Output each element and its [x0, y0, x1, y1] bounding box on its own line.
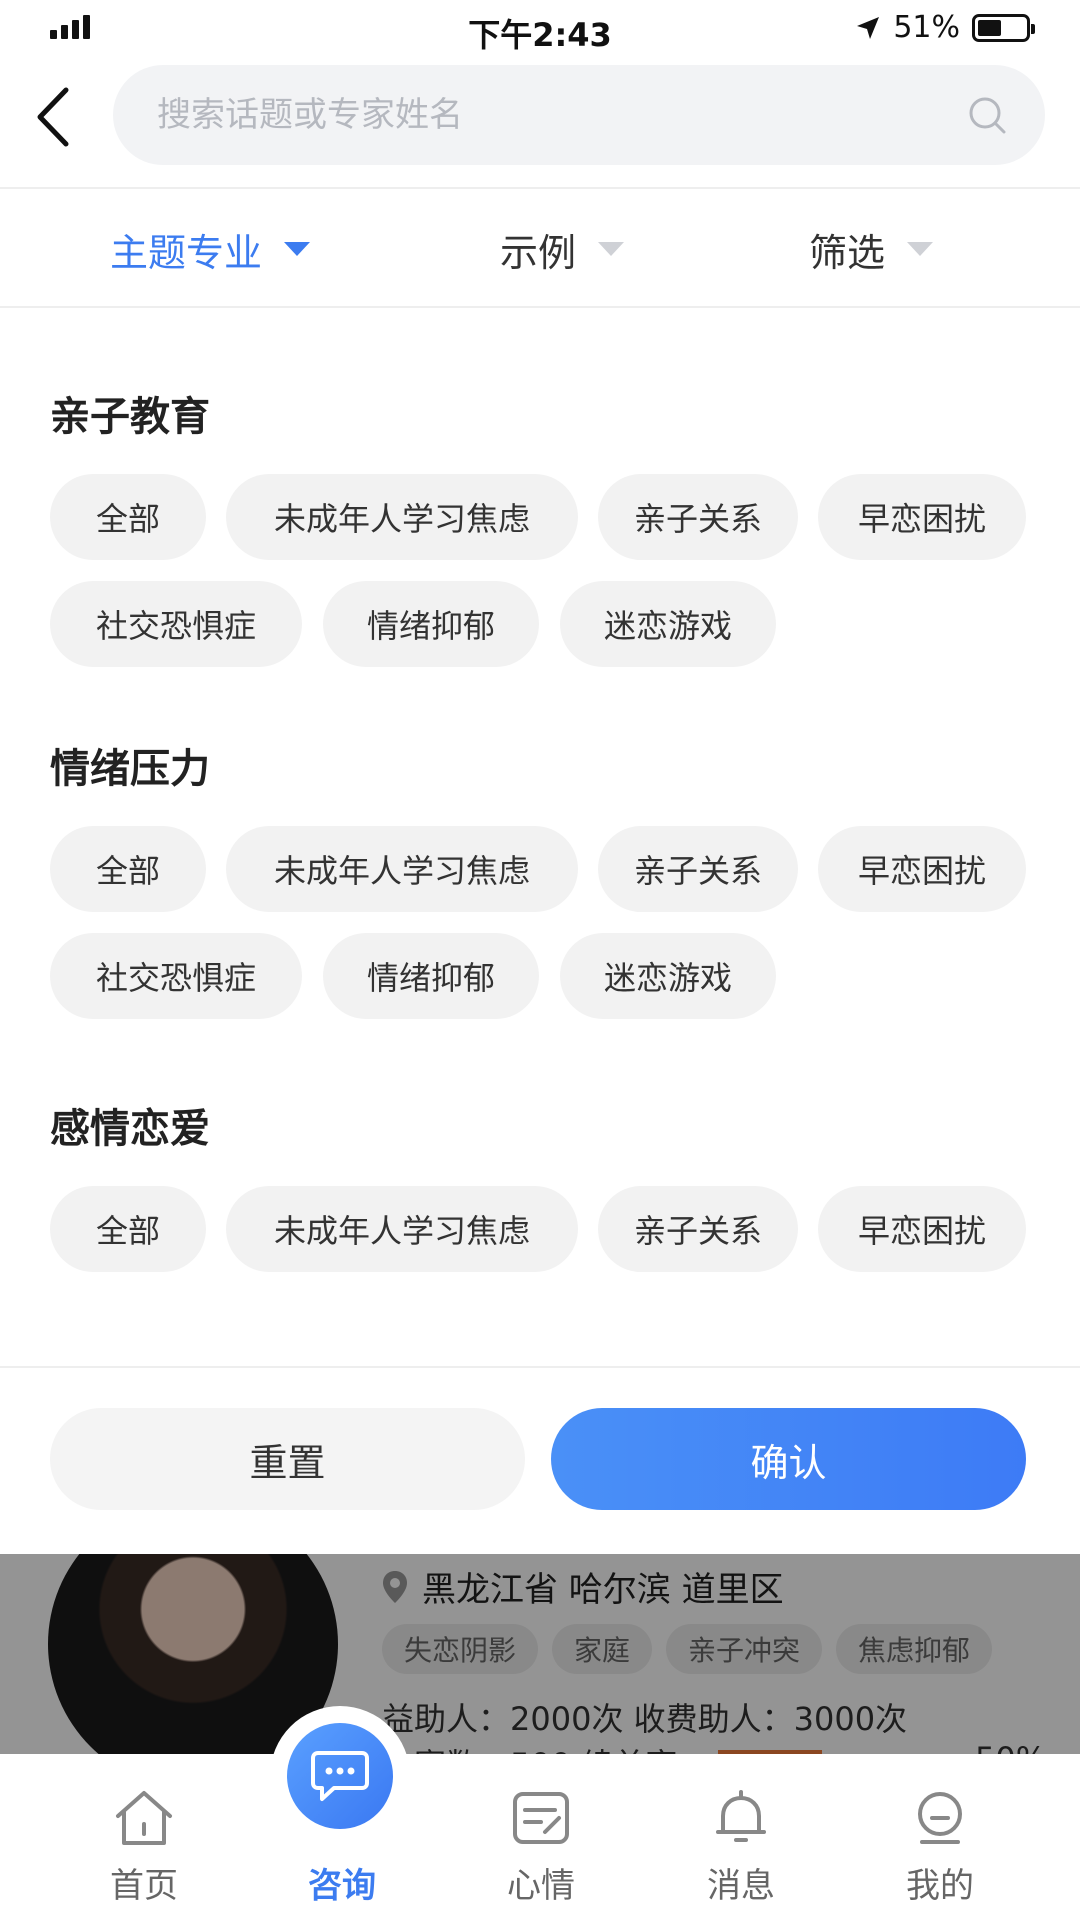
chip-depression[interactable]: 情绪抑郁 — [323, 933, 539, 1019]
chip-gaming-addiction[interactable]: 迷恋游戏 — [560, 581, 776, 667]
battery-icon — [972, 13, 1035, 42]
chip-social-phobia[interactable]: 社交恐惧症 — [50, 933, 302, 1019]
search-bar[interactable] — [113, 65, 1045, 165]
chip-depression[interactable]: 情绪抑郁 — [323, 581, 539, 667]
filter-tabs: 主题专业 示例 筛选 — [0, 190, 1080, 308]
section-title-love-relationships: 感情恋爱 — [50, 1106, 210, 1152]
nav-item-messages[interactable]: 消息 — [661, 1754, 821, 1920]
nav-label-profile: 我的 — [906, 1866, 974, 1906]
chip-minor-study-anxiety[interactable]: 未成年人学习焦虑 — [226, 474, 578, 560]
tab-label: 主题专业 — [110, 230, 263, 275]
status-bar: 下午2:43 51% — [0, 0, 1080, 60]
battery-percent: 51% — [893, 10, 960, 45]
chip-minor-study-anxiety[interactable]: 未成年人学习焦虑 — [226, 826, 578, 912]
consult-fab-button[interactable] — [287, 1723, 393, 1829]
action-bar: 重置 确认 — [0, 1368, 1080, 1554]
section-title-emotional-stress: 情绪压力 — [50, 746, 210, 792]
chip-all[interactable]: 全部 — [50, 1186, 206, 1272]
dropdown-triangle-icon — [907, 242, 934, 256]
tab-topic-specialty[interactable]: 主题专业 — [110, 190, 311, 308]
chip-parent-child-relationship[interactable]: 亲子关系 — [598, 826, 798, 912]
profile-icon — [918, 1792, 962, 1844]
chip-all[interactable]: 全部 — [50, 474, 206, 560]
modal-overlay[interactable] — [0, 1554, 1080, 1754]
chat-bubble-icon — [311, 1751, 369, 1801]
nav-item-home[interactable]: 首页 — [64, 1754, 224, 1920]
nav-label-mood: 心情 — [507, 1866, 575, 1906]
chip-parent-child-relationship[interactable]: 亲子关系 — [598, 1186, 798, 1272]
bottom-nav: 首页 咨询 心情 消息 我的 — [0, 1754, 1080, 1920]
chip-social-phobia[interactable]: 社交恐惧症 — [50, 581, 302, 667]
reset-button[interactable]: 重置 — [50, 1408, 525, 1510]
nav-label-messages: 消息 — [707, 1866, 775, 1906]
tab-label: 筛选 — [809, 230, 886, 275]
chip-early-love-trouble[interactable]: 早恋困扰 — [818, 826, 1026, 912]
bell-icon — [716, 1790, 766, 1842]
search-icon[interactable] — [967, 95, 1007, 135]
dropdown-triangle-icon — [284, 242, 311, 256]
chip-parent-child-relationship[interactable]: 亲子关系 — [598, 474, 798, 560]
chip-all[interactable]: 全部 — [50, 826, 206, 912]
back-arrow-icon[interactable] — [30, 82, 80, 152]
nav-item-mood[interactable]: 心情 — [461, 1754, 621, 1920]
home-icon — [116, 1791, 172, 1845]
tab-label: 示例 — [500, 230, 577, 275]
nav-label-consult: 咨询 — [308, 1866, 376, 1906]
search-input[interactable] — [157, 65, 937, 165]
nav-item-profile[interactable]: 我的 — [860, 1754, 1020, 1920]
location-arrow-icon — [857, 16, 880, 39]
section-title-parenting: 亲子教育 — [50, 394, 210, 440]
tab-example[interactable]: 示例 — [500, 190, 625, 308]
tab-filter[interactable]: 筛选 — [809, 190, 934, 308]
chip-early-love-trouble[interactable]: 早恋困扰 — [818, 1186, 1026, 1272]
tabs-divider — [0, 306, 1080, 308]
chip-minor-study-anxiety[interactable]: 未成年人学习焦虑 — [226, 1186, 578, 1272]
mood-note-icon — [513, 1792, 569, 1844]
nav-label-home: 首页 — [110, 1866, 178, 1906]
chip-gaming-addiction[interactable]: 迷恋游戏 — [560, 933, 776, 1019]
chip-early-love-trouble[interactable]: 早恋困扰 — [818, 474, 1026, 560]
confirm-button[interactable]: 确认 — [551, 1408, 1026, 1510]
header-divider — [0, 187, 1080, 189]
dropdown-triangle-icon — [598, 242, 625, 256]
